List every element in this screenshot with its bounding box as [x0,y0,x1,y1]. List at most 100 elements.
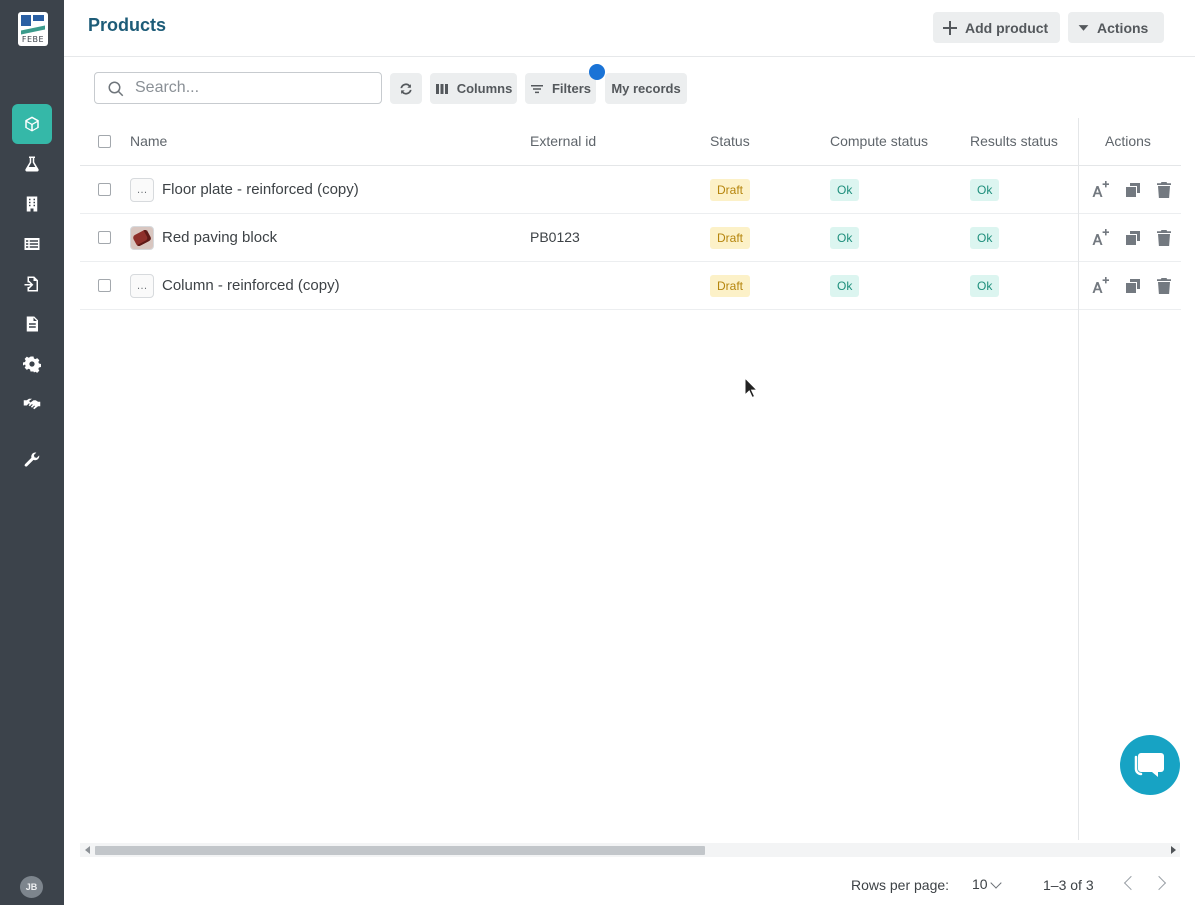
flask-icon [25,156,39,172]
mouse-cursor-icon [744,377,758,399]
row-checkbox[interactable] [98,183,111,196]
filter-icon [530,84,543,93]
duplicate-icon[interactable] [1125,278,1141,294]
columns-label: Columns [456,81,513,96]
nav-buildings[interactable] [12,184,52,224]
column-header-status[interactable]: Status [710,133,750,149]
nav-settings[interactable] [12,344,52,384]
chat-icon [1134,753,1164,777]
nav-list[interactable] [12,224,52,264]
febe-logo[interactable]: FEBE [18,12,48,46]
compute-status-badge: Ok [830,227,860,249]
rows-per-page-label: Rows per page: [851,877,950,893]
table-row[interactable]: … Column - reinforced (copy) Draft Ok Ok [80,262,1180,310]
nav-lab[interactable] [12,144,52,184]
row-actions [1079,262,1181,310]
plus-icon [943,20,957,35]
handshake-icon [23,398,41,410]
scroll-right-icon[interactable] [1171,846,1176,854]
compare-icon[interactable] [1091,180,1111,200]
nav-documents[interactable] [12,304,52,344]
duplicate-icon[interactable] [1125,182,1141,198]
row-actions [1079,166,1181,214]
status-badge: Draft [710,227,751,249]
next-page-icon[interactable] [1151,875,1167,891]
compute-status-badge: Ok [830,275,860,297]
select-all-checkbox[interactable] [98,135,111,148]
compare-icon[interactable] [1091,276,1111,296]
results-status-badge: Ok [970,179,1000,201]
add-product-label: Add product [965,19,1049,36]
results-status-badge: Ok [970,227,1000,249]
products-table: Name External id Status Compute status R… [80,118,1181,840]
caret-down-icon [1078,25,1089,31]
search-icon [108,81,124,97]
page-title: Products [88,15,167,35]
product-thumbnail [130,226,154,250]
column-header-external-id[interactable]: External id [530,133,596,149]
actions-button[interactable]: Actions [1068,12,1164,43]
columns-button[interactable]: Columns [430,73,517,104]
compare-icon[interactable] [1091,228,1111,248]
external-id: PB0123 [530,229,580,245]
chevron-down-icon[interactable] [990,877,1002,889]
column-header-name[interactable]: Name [130,133,167,149]
status-badge: Draft [710,179,751,201]
pagination: Rows per page: 10 1–3 of 3 [80,868,1180,900]
delete-icon[interactable] [1157,278,1171,294]
delete-icon[interactable] [1157,230,1171,246]
actions-label: Actions [1097,19,1149,36]
chat-launcher-button[interactable] [1120,735,1180,795]
row-checkbox[interactable] [98,279,111,292]
delete-icon[interactable] [1157,182,1171,198]
page-header: Products Add product Actions [64,0,1195,57]
nav-tools[interactable] [12,440,52,480]
column-header-results-status[interactable]: Results status [970,133,1058,149]
import-icon [24,276,38,292]
my-records-button[interactable]: My records [605,73,687,104]
product-name[interactable]: Red paving block [162,229,277,246]
active-filter-badge [589,64,605,80]
product-name[interactable]: Column - reinforced (copy) [162,277,340,294]
scrollbar-thumb[interactable] [95,846,705,855]
compute-status-badge: Ok [830,179,860,201]
row-checkbox[interactable] [98,231,111,244]
logo-text: FEBE [21,35,45,44]
nav-partners[interactable] [12,384,52,424]
more-icon: … [130,274,154,298]
columns-icon [435,83,448,94]
previous-page-icon[interactable] [1123,875,1139,891]
search-input[interactable] [135,75,375,101]
my-records-label: My records [611,81,681,96]
list-icon [24,238,40,250]
nav-import[interactable] [12,264,52,304]
nav-products[interactable] [12,104,52,144]
actions-column: Actions [1078,118,1181,840]
rows-per-page-select[interactable]: 10 [972,876,988,892]
table-row[interactable]: Red paving block PB0123 Draft Ok Ok [80,214,1180,262]
add-product-button[interactable]: Add product [933,12,1060,43]
row-actions [1079,214,1181,262]
table-row[interactable]: … Floor plate - reinforced (copy) Draft … [80,166,1180,214]
filters-button[interactable]: Filters [525,73,596,104]
results-status-badge: Ok [970,275,1000,297]
product-name[interactable]: Floor plate - reinforced (copy) [162,181,359,198]
sidebar: FEBE JB [0,0,64,905]
filters-label: Filters [551,81,591,96]
status-badge: Draft [710,275,751,297]
column-header-actions: Actions [1105,133,1151,149]
refresh-icon [400,82,412,95]
refresh-button[interactable] [390,73,422,104]
document-icon [26,316,38,332]
duplicate-icon[interactable] [1125,230,1141,246]
wrench-icon [24,452,40,467]
search-field[interactable] [94,72,382,104]
cube-icon [25,116,39,132]
user-avatar[interactable]: JB [20,876,43,898]
scroll-left-icon[interactable] [85,846,90,854]
building-icon [26,196,38,212]
table-header: Name External id Status Compute status R… [80,118,1180,166]
horizontal-scrollbar[interactable] [80,843,1180,857]
column-header-compute-status[interactable]: Compute status [830,133,928,149]
gear-icon [23,356,41,373]
